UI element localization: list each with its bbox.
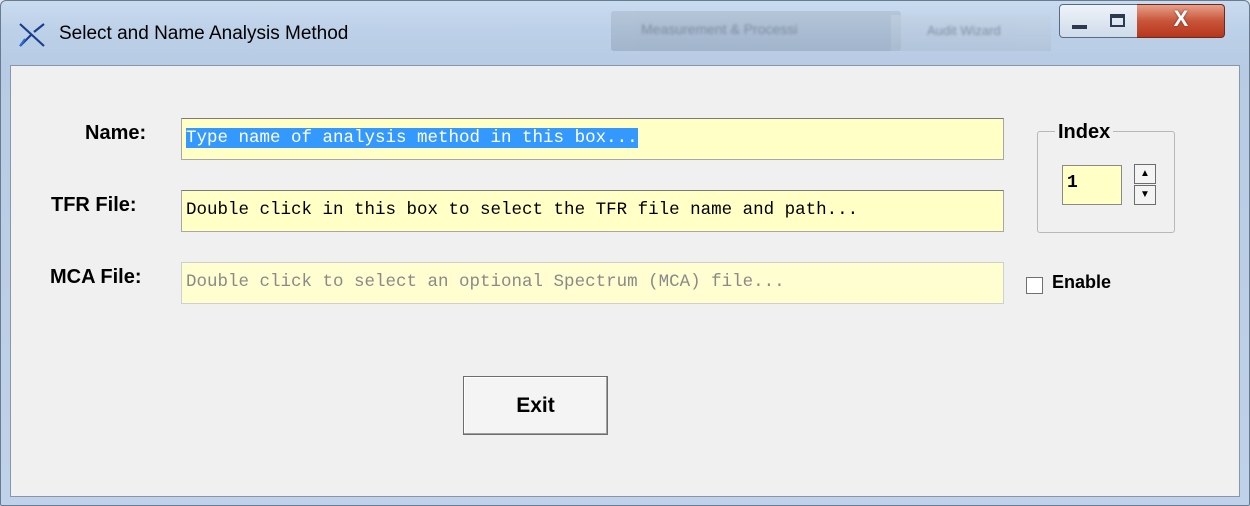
- minimize-button[interactable]: [1059, 4, 1099, 38]
- maximize-icon: [1110, 14, 1125, 27]
- index-down-button[interactable]: ▼: [1134, 185, 1156, 205]
- index-label: Index: [1055, 121, 1114, 144]
- window-title: Select and Name Analysis Method: [59, 23, 349, 44]
- tfr-file-label: TFR File:: [51, 194, 137, 216]
- mca-file-input[interactable]: Double click to select an optional Spect…: [181, 262, 1004, 304]
- app-icon: [19, 23, 45, 47]
- dialog-window: Measurement & Processi Audit Wizard Sele…: [0, 0, 1250, 506]
- enable-label[interactable]: Enable: [1052, 272, 1111, 293]
- down-arrow-icon: ▼: [1140, 189, 1150, 200]
- index-value-field[interactable]: 1: [1062, 165, 1122, 205]
- up-arrow-icon: ▲: [1140, 168, 1150, 179]
- name-input-text: Type name of analysis method in this box…: [186, 128, 638, 148]
- minimize-icon: [1072, 25, 1087, 29]
- background-window-title: Audit Wizard: [927, 23, 1001, 38]
- close-button[interactable]: X: [1137, 4, 1225, 38]
- background-window-tab: Audit Wizard: [891, 15, 1051, 51]
- name-label: Name:: [85, 122, 147, 144]
- exit-button[interactable]: Exit: [463, 376, 608, 435]
- background-window-title: Measurement & Processi: [641, 21, 798, 37]
- close-icon: X: [1173, 6, 1189, 31]
- maximize-button[interactable]: [1098, 4, 1138, 38]
- enable-checkbox[interactable]: [1026, 277, 1043, 294]
- title-bar[interactable]: Measurement & Processi Audit Wizard Sele…: [1, 1, 1249, 65]
- tfr-file-input[interactable]: Double click in this box to select the T…: [181, 190, 1004, 232]
- mca-file-label: MCA File:: [50, 266, 142, 288]
- background-window-tab: Measurement & Processi: [611, 11, 901, 51]
- name-input[interactable]: Type name of analysis method in this box…: [181, 118, 1004, 160]
- index-up-button[interactable]: ▲: [1134, 164, 1156, 184]
